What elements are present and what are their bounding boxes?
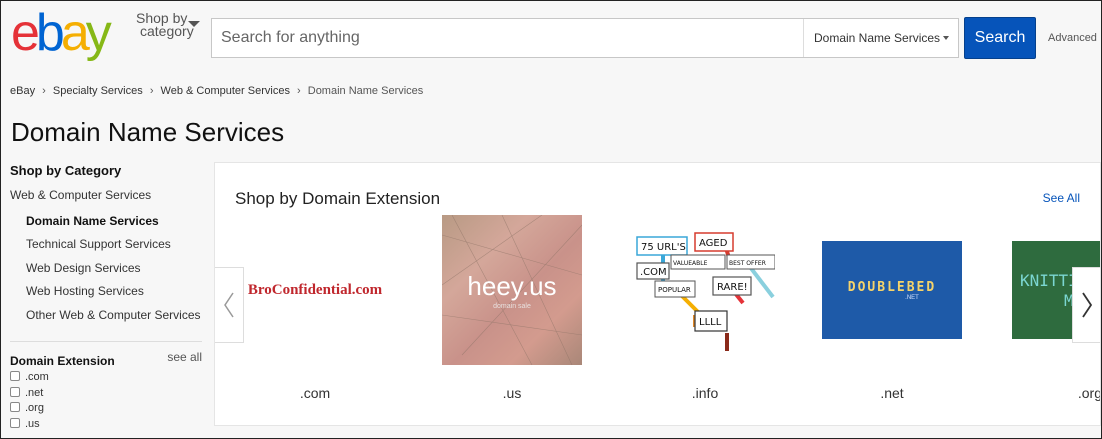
word-aged: AGED: [699, 238, 728, 249]
sidebar-heading: Shop by Category: [10, 163, 122, 178]
tile-image-info[interactable]: 75 URL'S AGED .COM VALUEABLE BEST OFFER …: [635, 215, 775, 365]
search-input[interactable]: [212, 19, 802, 57]
shop-by-line2: category: [140, 23, 194, 39]
breadcrumb-item-specialty-services[interactable]: Specialty Services: [53, 85, 143, 97]
category-select-value: Domain Name Services: [814, 31, 941, 45]
word-75-urls: 75 URL'S: [641, 242, 686, 253]
chevron-down-icon: [188, 21, 200, 27]
shop-by-domain-extension-card: Shop by Domain Extension See All BroConf…: [214, 162, 1101, 426]
breadcrumb-separator: ›: [42, 85, 46, 97]
tile-label-info[interactable]: .info: [635, 385, 775, 401]
dropdown-caret-icon: [943, 36, 949, 40]
logo-letter-b: b: [35, 4, 65, 62]
filter-option-label: .net: [25, 386, 44, 399]
tile-image-subtext: .NET: [905, 294, 919, 301]
tile-image-text: DOUBLEBED: [847, 279, 937, 295]
breadcrumb: eBay › Specialty Services › Web & Comput…: [10, 85, 423, 97]
tile-label-us[interactable]: .us: [442, 385, 582, 401]
tile-image-com[interactable]: BroConfidential.com: [245, 215, 385, 365]
word-rare: RARE!: [717, 282, 748, 293]
filter-option-net[interactable]: .net: [10, 386, 202, 402]
chevron-right-icon: [1082, 292, 1093, 318]
carousel-prev-button[interactable]: [215, 267, 244, 343]
sidebar-item-other-web-computer-services[interactable]: Other Web & Computer Services: [10, 308, 202, 332]
filter-option-label: .us: [25, 417, 40, 430]
domain-extension-filter-header: Domain Extension see all: [10, 350, 202, 370]
checkbox[interactable]: [10, 386, 20, 397]
page-title: Domain Name Services: [11, 117, 285, 147]
breadcrumb-item-web-computer-services[interactable]: Web & Computer Services: [161, 85, 290, 97]
breadcrumb-separator: ›: [297, 85, 301, 97]
see-all-link[interactable]: See All: [1043, 191, 1080, 205]
tile-image-text: KNITTI: [1020, 271, 1078, 290]
filter-option-com[interactable]: .com: [10, 370, 202, 386]
search-button[interactable]: Search: [964, 17, 1036, 59]
tile-label-org[interactable]: .org: [1012, 385, 1100, 401]
filter-option-label: .org: [25, 402, 44, 414]
domain-words-graphic: 75 URL'S AGED .COM VALUEABLE BEST OFFER …: [636, 232, 775, 351]
sidebar-item-web-computer-services[interactable]: Web & Computer Services: [10, 188, 202, 212]
filter-option-us[interactable]: .us: [10, 417, 202, 433]
breadcrumb-separator: ›: [149, 85, 154, 97]
search-bar: Domain Name Services: [211, 18, 959, 58]
tile-image-net[interactable]: DOUBLEBED .NET: [822, 241, 962, 339]
filter-option-org[interactable]: .org: [10, 401, 202, 417]
word-com: .COM: [640, 267, 667, 278]
carousel-next-button[interactable]: [1072, 267, 1100, 343]
tile-image-text: BroConfidential.com: [247, 281, 383, 298]
checkbox[interactable]: [10, 371, 20, 382]
checkbox[interactable]: [10, 402, 20, 413]
domain-extension-see-all-link[interactable]: see all: [167, 350, 202, 364]
logo-letter-a: a: [60, 4, 90, 62]
checkbox[interactable]: [10, 417, 20, 428]
word-popular: POPULAR: [658, 286, 691, 294]
sidebar-item-web-design-services[interactable]: Web Design Services: [10, 261, 202, 285]
ebay-logo[interactable]: ebay: [11, 7, 123, 59]
logo-letter-y: y: [85, 4, 112, 62]
tile-label-com[interactable]: .com: [245, 385, 385, 401]
sidebar-item-technical-support-services[interactable]: Technical Support Services: [10, 237, 202, 261]
word-best-offer: BEST OFFER: [729, 260, 766, 267]
breadcrumb-item-ebay[interactable]: eBay: [10, 85, 35, 97]
tile-label-net[interactable]: .net: [822, 385, 962, 401]
tile-image-subtext: domain sale: [493, 303, 531, 310]
chevron-left-icon: [224, 292, 234, 318]
shop-by-category-button[interactable]: Shop by category: [136, 11, 200, 39]
tile-image-text: heey.us: [467, 271, 557, 301]
sidebar-item-web-hosting-services[interactable]: Web Hosting Services: [10, 284, 202, 308]
breadcrumb-item-current: Domain Name Services: [307, 85, 424, 97]
category-select[interactable]: Domain Name Services: [803, 19, 959, 57]
tile-image-us[interactable]: heey.us domain sale: [442, 215, 582, 365]
logo-letter-e: e: [11, 4, 40, 62]
sidebar: Shop by Category Web & Computer Services…: [10, 163, 202, 432]
domain-extension-title: Domain Extension: [10, 354, 115, 368]
sidebar-divider: [10, 341, 202, 342]
card-title: Shop by Domain Extension: [235, 189, 441, 208]
advanced-search-link[interactable]: Advanced: [1048, 32, 1097, 44]
filter-option-label: .com: [25, 371, 49, 383]
word-llll: LLLL: [699, 317, 722, 328]
sidebar-item-domain-name-services[interactable]: Domain Name Services: [10, 214, 202, 238]
word-valueable: VALUEABLE: [673, 260, 708, 267]
